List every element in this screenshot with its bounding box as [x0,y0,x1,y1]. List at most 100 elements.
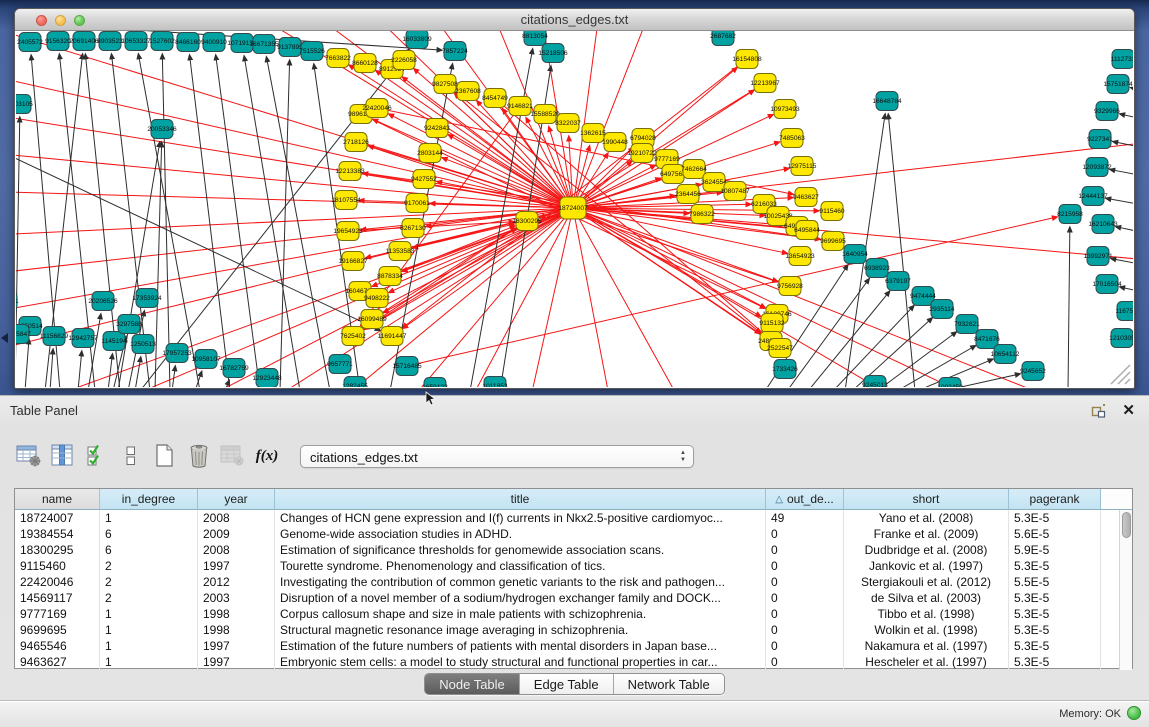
graph-node[interactable]: 2803144 [417,144,443,163]
graph-node[interactable]: 2687682 [710,31,736,46]
tab-edge-table[interactable]: Edge Table [520,674,614,694]
graph-node[interactable]: 8903523 [97,32,123,51]
vertical-scrollbar[interactable] [1119,510,1132,670]
graph-node[interactable]: 12213967 [750,74,780,93]
graph-node[interactable]: 1167533 [1115,302,1133,321]
graph-node[interactable]: 1145194 [101,332,127,351]
graph-node[interactable]: 9329966 [1094,102,1120,121]
column-header-year[interactable]: year [198,489,275,510]
graph-node[interactable]: 7625402 [340,327,366,346]
graph-node[interactable]: 10958107 [191,350,221,369]
graph-node[interactable]: 20053346 [147,120,177,139]
graph-node[interactable]: 9242843 [424,119,450,138]
graph-node[interactable]: 12213383 [335,162,365,181]
delete-table-icon[interactable] [218,441,248,471]
graph-node[interactable]: 1659123 [422,378,448,388]
graph-node[interactable]: 7663822 [325,49,351,68]
column-header-short[interactable]: short [844,489,1009,510]
graph-node[interactable]: 2405572 [17,33,43,52]
graph-node[interactable]: 1527602 [149,32,175,51]
graph-node[interactable]: 16782759 [219,359,249,378]
graph-node[interactable]: 13992971 [1083,247,1113,266]
column-header-pagerank[interactable]: pagerank [1009,489,1101,510]
graph-node[interactable]: 16210643 [1088,215,1118,234]
graph-node[interactable]: 16648784 [872,92,902,111]
table-row[interactable]: 946554611997Estimation of the future num… [15,638,1132,654]
graph-node[interactable]: 15218506 [538,44,568,63]
graph-node[interactable]: 8454749 [482,89,508,108]
window-titlebar[interactable]: citations_edges.txt [15,9,1134,31]
tab-network-table[interactable]: Network Table [614,674,724,694]
graph-node[interactable]: 15716485 [392,357,422,376]
column-header-name[interactable]: name [15,489,100,510]
close-panel-icon[interactable]: ✕ [1122,401,1135,419]
graph-node[interactable]: 7932621 [954,315,980,334]
graph-node[interactable]: 11353583 [386,242,415,261]
graph-node[interactable]: 17957253 [162,344,192,363]
graph-node[interactable]: 19210722 [627,144,657,163]
scrollbar-thumb[interactable] [1122,512,1131,538]
graph-node[interactable]: 9463627 [793,188,819,207]
graph-node[interactable]: 8660128 [352,54,378,73]
graph-node[interactable]: 8878334 [377,267,403,286]
graph-node[interactable]: 22420046 [362,99,392,118]
graph-node[interactable]: 16033809 [402,31,432,49]
new-column-icon[interactable] [150,441,180,471]
graph-node[interactable]: 20691406 [69,32,99,51]
column-header-title[interactable]: title [275,489,766,510]
graph-node[interactable]: 9699695 [820,232,846,251]
graph-node[interactable]: 9156320 [45,32,71,51]
table-row[interactable]: 1456911722003Disruption of a novel membe… [15,590,1132,606]
graph-node[interactable]: 10653327 [121,32,151,51]
graph-node[interactable]: 2226058 [391,51,417,70]
graph-node[interactable]: 1282455 [342,377,368,388]
deselect-all-icon[interactable] [116,441,146,471]
graph-node[interactable]: 9498222 [364,289,390,308]
graph-node[interactable]: 2367608 [455,82,481,101]
graph-node[interactable]: 8215958 [1057,205,1083,224]
graph-node[interactable]: 10654112 [991,345,1020,364]
graph-node[interactable]: 18107554 [331,191,361,210]
graph-node[interactable]: 8915847 [16,325,31,344]
tab-node-table[interactable]: Node Table [425,674,520,694]
graph-node[interactable]: 7857224 [442,42,468,61]
graph-node[interactable]: 2935114 [929,300,955,319]
graph-node[interactable]: 16099489 [357,310,387,329]
network-view-window[interactable]: citations_edges.txt 18724007 766382286601… [14,8,1135,389]
graph-node[interactable]: 13654923 [785,247,815,266]
graph-node[interactable]: 18724007 [558,197,588,219]
graph-node[interactable]: 9170061 [404,194,430,213]
graph-node[interactable]: 19166827 [338,252,368,271]
show-columns-icon[interactable] [48,441,78,471]
graph-node[interactable]: 9400910 [201,33,227,52]
table-selector-dropdown[interactable]: citations_edges.txt ▲▼ [300,445,694,468]
network-canvas[interactable]: 1872400776638228660128891295422260589827… [16,31,1133,387]
graph-node[interactable]: 9657771 [327,355,353,374]
graph-node[interactable]: 2522547 [767,339,793,358]
table-row[interactable]: 2242004622012Investigating the contribut… [15,574,1132,590]
graph-node[interactable]: 6495844 [794,221,820,240]
graph-node[interactable]: 9245652 [1020,362,1046,381]
graph-node[interactable]: 7986322 [689,205,715,224]
column-header-in-degree[interactable]: in_degree [100,489,198,510]
column-header-out-de-[interactable]: △out_de... [766,489,844,510]
graph-node[interactable]: 17016504 [1092,275,1122,294]
graph-node[interactable]: 16154808 [732,50,762,69]
graph-node[interactable]: 2603105 [16,95,33,114]
table-row[interactable]: 1872400712008Changes of HCN gene express… [15,510,1132,526]
graph-node[interactable]: 8322037 [555,114,581,133]
graph-node[interactable]: 1250513 [130,335,156,354]
graph-node[interactable]: 9115460 [819,202,845,221]
graph-node[interactable]: 18300295 [512,212,542,231]
graph-node[interactable]: 8466160 [175,33,201,52]
table-row[interactable]: 1938455462009Genome-wide association stu… [15,526,1132,542]
graph-node[interactable]: 2718126 [343,133,369,152]
graph-node[interactable]: 19654923 [333,222,363,241]
graph-node[interactable]: 12942757 [68,329,98,348]
graph-node[interactable]: 3297588 [116,315,142,334]
float-window-icon[interactable] [1091,403,1107,418]
memory-status-indicator[interactable] [1127,706,1141,720]
graph-node[interactable]: 11691447 [378,327,407,346]
graph-node[interactable]: 7515526 [299,42,325,61]
table-row[interactable]: 911546021997Tourette syndrome. Phenomeno… [15,558,1132,574]
